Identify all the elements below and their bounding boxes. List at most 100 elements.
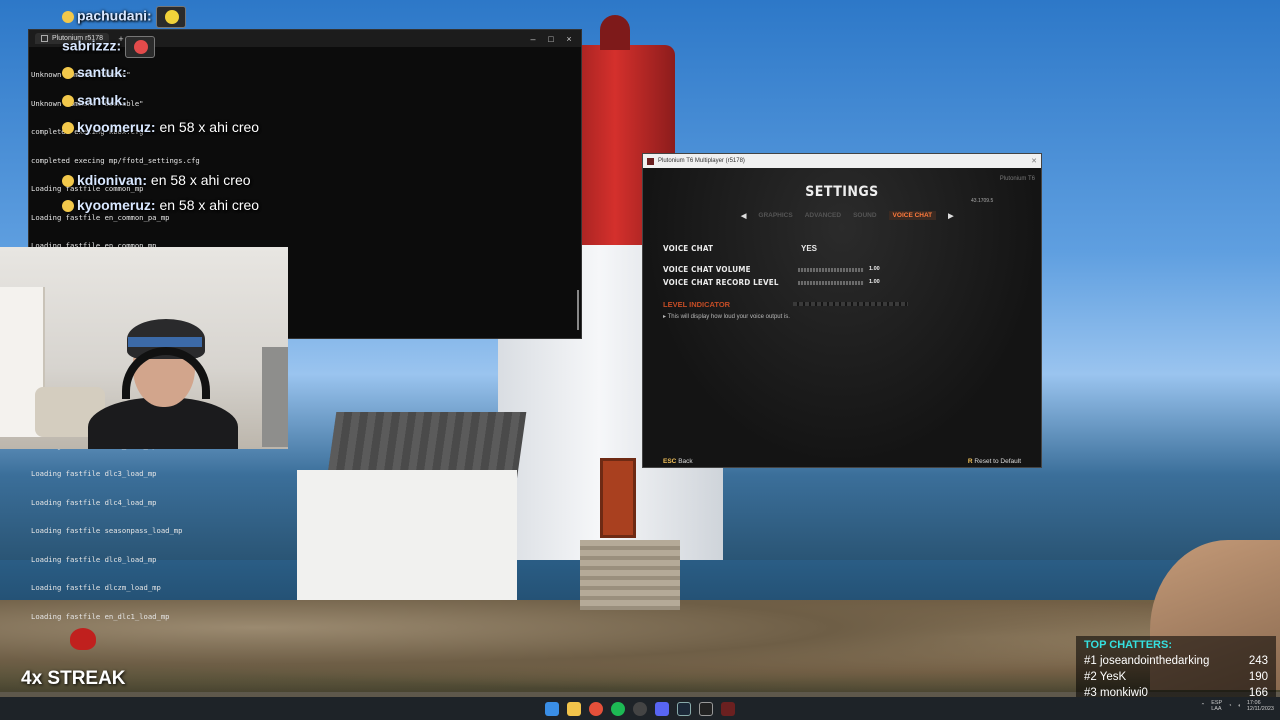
discord-icon[interactable] <box>655 702 669 716</box>
chevron-up-icon[interactable]: ⌃ <box>1201 703 1206 709</box>
chat-username: kyoomeruz: <box>77 119 156 135</box>
tab-right-arrow-icon[interactable]: ▶ <box>948 212 953 220</box>
webcam-headband <box>128 337 202 347</box>
voice-volume-value: 1.00 <box>869 266 880 272</box>
spotify-icon[interactable] <box>611 702 625 716</box>
settings-title: SETTINGS <box>663 184 1021 200</box>
voice-chat-label[interactable]: VOICE CHAT <box>663 244 713 253</box>
chat-message: sabrizzz: <box>62 36 155 58</box>
taskbar: ⌃ ESPLAA ◔ ◖ 17:0612/11/2023 <box>0 697 1280 720</box>
system-tray[interactable]: ⌃ ESPLAA ◔ ◖ 17:0612/11/2023 <box>1201 700 1274 712</box>
chatter-count: 190 <box>1249 669 1268 685</box>
webcam-fridge <box>262 347 288 447</box>
badge-icon <box>62 95 74 107</box>
lang-indicator[interactable]: ESPLAA <box>1211 700 1222 712</box>
plutonium-icon <box>647 158 654 165</box>
chat-username: pachudani: <box>77 8 152 24</box>
maximize-button[interactable]: □ <box>545 34 557 44</box>
terminal-line: Loading fastfile en_common_pa_mp <box>31 213 579 223</box>
top-chatter-row: #1 joseandointhedarking 243 <box>1084 653 1268 669</box>
wallpaper-lighthouse-door <box>600 458 636 538</box>
voice-chat-value[interactable]: YES <box>801 244 817 253</box>
clock[interactable]: 17:0612/11/2023 <box>1247 700 1274 712</box>
badge-icon <box>62 175 74 187</box>
chrome-icon[interactable] <box>589 702 603 716</box>
chat-message: kyoomeruz: en 58 x ahi creo <box>62 119 259 135</box>
badge-icon <box>62 67 74 79</box>
terminal-scrollbar[interactable] <box>577 290 579 330</box>
terminal-line: Loading fastfile dlczm_load_mp <box>31 583 579 593</box>
game-close-button[interactable]: ✕ <box>1031 157 1037 165</box>
tab-sound[interactable]: SOUND <box>853 212 876 219</box>
game-corner-text: Plutonium T6 <box>1000 176 1035 182</box>
chat-message: kdionivan: en 58 x ahi creo <box>62 172 251 188</box>
voice-volume-label[interactable]: VOICE CHAT VOLUME <box>663 265 751 274</box>
terminal-icon <box>41 35 48 42</box>
voice-volume-slider[interactable] <box>798 268 864 272</box>
minion-emote-icon <box>156 6 186 28</box>
lang-sub: LAA <box>1211 706 1221 712</box>
webcam-feed <box>0 247 288 449</box>
level-indicator-bar <box>793 302 908 306</box>
game-titlebar[interactable]: Plutonium T6 Multiplayer (r5178) ✕ <box>643 154 1041 168</box>
chatter-name: YesK <box>1100 671 1126 683</box>
streak-icon <box>70 628 96 650</box>
reset-default-button[interactable]: R Reset to Default <box>968 458 1021 465</box>
folder-icon[interactable] <box>567 702 581 716</box>
back-label: Back <box>678 458 692 465</box>
terminal-line: Loading fastfile dlc0_load_mp <box>31 555 579 565</box>
speaker-icon[interactable]: ◖ <box>1238 703 1241 709</box>
chat-username: santuk: <box>77 64 127 80</box>
badge-icon <box>62 11 74 23</box>
chatter-rank: #1 <box>1084 655 1097 667</box>
terminal-line: Loading fastfile en_dlc1_load_mp <box>31 612 579 622</box>
record-level-slider[interactable] <box>798 281 864 285</box>
chatter-name: joseandointhedarking <box>1100 655 1209 667</box>
close-button[interactable]: × <box>563 34 575 44</box>
top-chatter-row: #2 YesK 190 <box>1084 669 1268 685</box>
reset-label: Reset to Default <box>974 458 1021 465</box>
obs-icon[interactable] <box>633 702 647 716</box>
plutonium-icon[interactable] <box>721 702 735 716</box>
badge-icon <box>62 122 74 134</box>
chatter-count: 243 <box>1249 653 1268 669</box>
game-window-title: Plutonium T6 Multiplayer (r5178) <box>658 158 745 164</box>
r-key: R <box>968 458 973 465</box>
chat-message: pachudani: <box>62 6 186 28</box>
record-level-label[interactable]: VOICE CHAT RECORD LEVEL <box>663 278 779 287</box>
tab-graphics[interactable]: GRAPHICS <box>758 212 792 219</box>
tab-voice-chat[interactable]: VOICE CHAT <box>889 211 937 220</box>
back-button[interactable]: ESC Back <box>663 458 693 465</box>
record-level-value: 1.00 <box>869 279 880 285</box>
steam-icon[interactable] <box>677 702 691 716</box>
wallpaper-stairs <box>580 540 680 610</box>
chat-username: kdionivan: <box>77 172 147 188</box>
chat-username: sabrizzz: <box>62 38 121 54</box>
chat-username: santuk: <box>77 92 127 108</box>
chat-message: santuk: <box>62 92 127 108</box>
minimize-button[interactable]: – <box>527 34 539 44</box>
chat-text: en 58 x ahi creo <box>159 119 259 135</box>
chat-username: kyoomeruz: <box>77 197 156 213</box>
chat-text: en 58 x ahi creo <box>151 172 251 188</box>
badge-icon <box>62 200 74 212</box>
chat-text: en 58 x ahi creo <box>159 197 259 213</box>
clock-date: 12/11/2023 <box>1247 706 1274 712</box>
level-indicator-label[interactable]: LEVEL INDICATOR <box>663 300 730 309</box>
chatter-rank: #2 <box>1084 671 1097 683</box>
top-chatters-title: TOP CHATTERS: <box>1084 639 1268 651</box>
terminal-icon[interactable] <box>699 702 713 716</box>
tab-advanced[interactable]: ADVANCED <box>805 212 841 219</box>
santa-emote-icon <box>125 36 155 58</box>
tab-left-arrow-icon[interactable]: ◀ <box>741 212 746 220</box>
terminal-line: Loading fastfile dlc4_load_mp <box>31 498 579 508</box>
chat-message: santuk: <box>62 64 127 80</box>
windows-icon[interactable] <box>545 702 559 716</box>
chat-message: kyoomeruz: en 58 x ahi creo <box>62 197 259 213</box>
wifi-icon[interactable]: ◔ <box>1228 703 1231 709</box>
settings-tabs: ◀ GRAPHICS ADVANCED SOUND VOICE CHAT ▶ <box>741 211 954 220</box>
terminal-line: Loading fastfile seasonpass_load_mp <box>31 526 579 536</box>
game-window[interactable]: Plutonium T6 Multiplayer (r5178) ✕ Pluto… <box>642 153 1042 468</box>
wallpaper-lighthouse-cap <box>600 15 630 50</box>
level-indicator-description: ▸ This will display how loud your voice … <box>663 313 790 320</box>
